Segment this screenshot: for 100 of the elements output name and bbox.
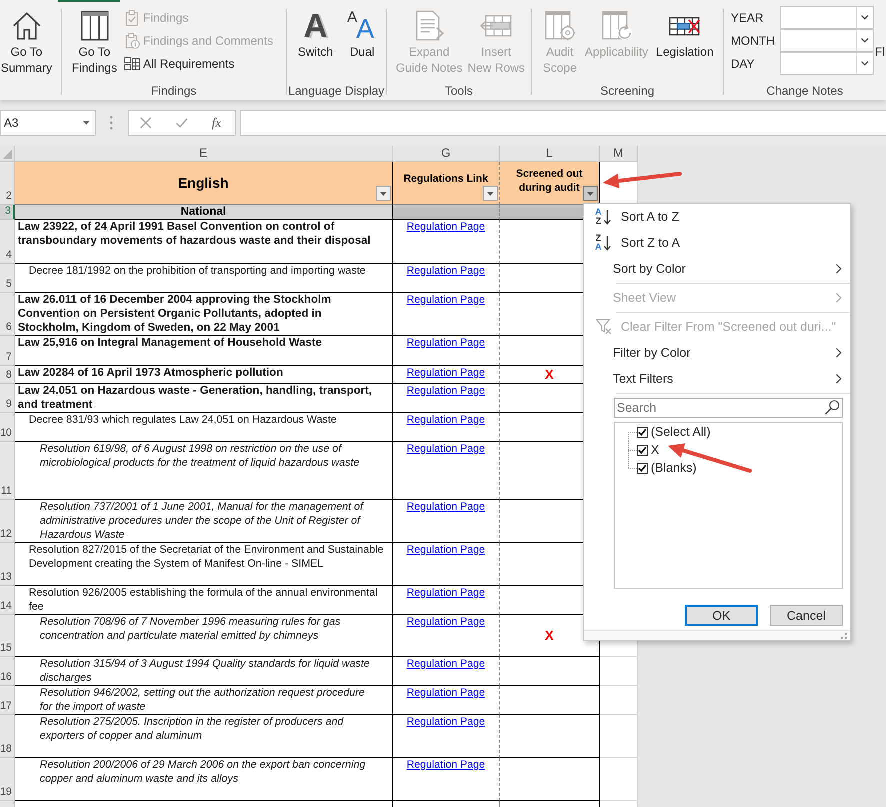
row-number: 9 [0, 384, 15, 413]
table-gear-icon [544, 10, 576, 42]
close-icon[interactable] [140, 117, 152, 129]
chevron-down-icon [861, 15, 869, 20]
table-refresh-icon [600, 10, 633, 42]
regulation-link[interactable]: Regulation Page [406, 384, 486, 398]
section-header-cell: National [15, 205, 393, 220]
chevron-right-icon [836, 264, 842, 274]
regulation-link[interactable]: Regulation Page [406, 586, 486, 600]
row-number: 7 [0, 336, 15, 366]
table-cell: Decree 181/1992 on the prohibition of transporting and importing waste [15, 264, 393, 293]
check-icon[interactable] [176, 117, 188, 129]
regulation-link[interactable]: Regulation Page [406, 715, 486, 729]
regulation-link[interactable]: Regulation Page [406, 336, 486, 350]
table-cell [600, 715, 638, 758]
table-cell: Resolution 275/2005. Inscription in the register of producers and exporters of copper and aluminum [15, 715, 393, 758]
cancel-button[interactable]: Cancel [770, 605, 843, 626]
group-label: Screening [600, 83, 655, 99]
table-cell: Resolution 619/98, of 6 August 1998 on restriction on the use of microbiological products for the treatment of liquid hazardous waste [15, 442, 393, 500]
filter-button[interactable] [376, 186, 391, 201]
group-label: Change Notes [766, 83, 844, 99]
chevron-down-icon [861, 38, 869, 43]
checkbox[interactable] [637, 426, 648, 438]
column-letter: M [600, 146, 638, 162]
filter-value-option[interactable]: X [637, 443, 660, 457]
row-number: 2 [0, 162, 15, 205]
table-cell: Resolution 200/2006 of 29 March 2006 on the export ban concerning copper and aluminum waste and its alloys [15, 758, 393, 801]
row-number: 3 [0, 205, 15, 220]
row-number: 19 [0, 758, 15, 801]
filter-button[interactable] [483, 186, 498, 201]
table-cell [600, 657, 638, 686]
column-title: English [178, 174, 229, 192]
cut-off-button[interactable]: Fl [875, 44, 885, 60]
name-box[interactable]: A3 [0, 110, 96, 136]
table-cell: Resolution 315/94 of 3 August 1994 Quality standards for liquid waste discharges [15, 657, 393, 686]
caret-down-icon [380, 192, 387, 196]
regulation-link[interactable]: Regulation Page [406, 442, 486, 456]
regulation-link[interactable]: Regulation Page [406, 366, 486, 380]
regulation-link[interactable]: Regulation Page [406, 500, 486, 514]
search-icon[interactable] [825, 400, 840, 415]
letter-icon: A [300, 10, 332, 42]
clipboard-check-icon [124, 10, 140, 26]
chevron-right-icon [836, 293, 842, 303]
search-field[interactable]: Search [614, 398, 843, 418]
row-number: 13 [0, 543, 15, 586]
caret-down-icon [83, 121, 90, 125]
house-icon [10, 10, 43, 42]
field-label: YEAR [731, 10, 764, 24]
chevron-right-icon [836, 348, 842, 358]
table-cell [600, 686, 638, 715]
menu-item[interactable]: Filter by Color [584, 340, 850, 366]
checkbox[interactable] [637, 444, 648, 456]
filter-button[interactable] [583, 186, 598, 201]
row-number: 16 [0, 657, 15, 686]
formula-input[interactable] [240, 110, 886, 136]
checkbox[interactable] [637, 462, 648, 474]
regulation-link[interactable]: Regulation Page [406, 686, 486, 700]
dropdown-field[interactable] [780, 52, 874, 75]
table-cell: Law 20284 of 16 April 1973 Atmospheric pollution [15, 366, 393, 384]
row-number: 17 [0, 686, 15, 715]
regulation-link[interactable]: Regulation Page [406, 413, 486, 427]
confirm-button[interactable]: OK [685, 605, 758, 626]
column-letter: G [393, 146, 500, 162]
regulation-link[interactable]: Regulation Page [406, 657, 486, 671]
select-all-icon[interactable] [3, 150, 12, 159]
hierarchy-icon [124, 56, 140, 72]
caret-down-icon [587, 192, 594, 196]
regulation-link[interactable]: Regulation Page [406, 758, 486, 772]
ribbon-button[interactable]: Go To Findings [71, 10, 118, 76]
menu-item[interactable]: Sort by Color [584, 256, 850, 282]
chevron-right-icon [836, 374, 842, 384]
dropdown-field[interactable] [780, 29, 874, 52]
table-cell: Law 25,916 on Integral Management of Household Waste [15, 336, 393, 366]
field-label: DAY [731, 56, 755, 70]
row-number: 6 [0, 293, 15, 336]
ribbon-button[interactable]: Legislation [655, 10, 715, 60]
ribbon-button[interactable]: A Switch [297, 10, 334, 60]
filter-value-option[interactable]: (Select All) [637, 425, 711, 439]
group-label: Findings [151, 83, 197, 99]
menu-item[interactable]: Z A Sort Z to A [584, 230, 850, 256]
regulation-link[interactable]: Regulation Page [406, 543, 486, 557]
filter-value-option[interactable]: (Blanks) [637, 461, 697, 475]
ribbon-button[interactable]: Go To Summary [0, 10, 54, 76]
caret-down-icon [487, 192, 494, 196]
table-cell: Law 23922, of 24 April 1991 Basel Convention on control of transboundary movements of hazardous waste and their disposal [15, 220, 393, 264]
table-cell: Resolution 926/2005 establishing the formula of the annual environmental fee [15, 586, 393, 615]
regulation-link[interactable]: Regulation Page [406, 293, 486, 307]
regulation-link[interactable]: Regulation Page [406, 615, 486, 629]
regulation-link[interactable]: Regulation Page [406, 220, 486, 234]
menu-item[interactable]: A Z Sort A to Z [584, 204, 850, 230]
resize-grip-icon[interactable] [841, 632, 847, 638]
regulation-link[interactable]: Regulation Page [406, 264, 486, 278]
dropdown-field[interactable] [780, 6, 874, 29]
table-cell [600, 758, 638, 801]
insert-function-button[interactable]: fx [212, 116, 222, 130]
table-cell: Law 26.011 of 16 December 2004 approving the Stockholm Convention on Persistent Organic Pollutants, adopted in Stockholm, Kingdom of Sweden, on 22 May 2001 [15, 293, 393, 336]
grip-dots-icon [110, 116, 113, 130]
row-number: 14 [0, 586, 15, 615]
row-number: 4 [0, 220, 15, 264]
ribbon-button[interactable]: All Requirements [122, 52, 276, 75]
